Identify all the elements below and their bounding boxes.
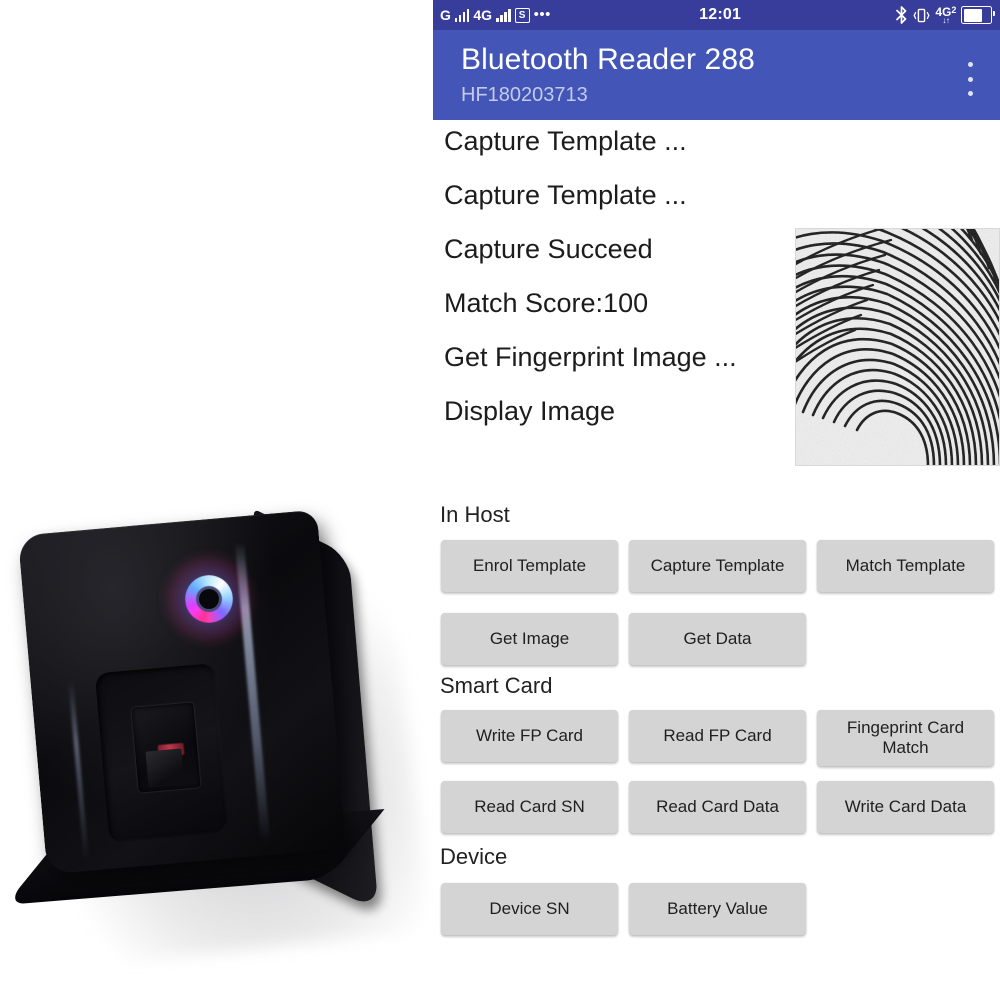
button-fingerprint-card-match[interactable]: Fingeprint Card Match [817,710,994,766]
app-bar: Bluetooth Reader 288 HF180203713 [433,30,1000,120]
button-write-card-data[interactable]: Write Card Data [817,781,994,833]
app-subtitle: HF180203713 [461,84,588,106]
signal-bars-icon-1 [454,8,470,22]
button-device-sn[interactable]: Device SN [441,883,618,935]
phone-screenshot: G 4G S ••• 12:01 4G 2 ↓↑ Bluetooth Reade… [433,0,1000,1000]
status-bar: G 4G S ••• 12:01 4G 2 ↓↑ [433,0,1000,30]
signal-bars-icon-2 [496,8,511,22]
overflow-menu-icon[interactable] [959,60,981,98]
network-type-label: 4G [473,7,493,23]
button-get-data[interactable]: Get Data [629,613,806,665]
button-write-fp-card[interactable]: Write FP Card [441,710,618,762]
log-line: Capture Template ... [444,126,687,156]
device-sensor-chip [145,748,185,788]
battery-icon [961,6,995,24]
more-notifications-icon: ••• [533,6,551,23]
log-line: Capture Template ... [444,180,687,210]
status-bar-clock: 12:01 [699,6,742,23]
log-line: Get Fingerprint Image ... [444,342,737,372]
bluetooth-icon [895,6,908,24]
app-title: Bluetooth Reader 288 [461,43,755,76]
section-label-in-host: In Host [440,502,510,527]
button-battery-value[interactable]: Battery Value [629,883,806,935]
button-read-card-sn[interactable]: Read Card SN [441,781,618,833]
data-traffic-arrows-icon: ↓↑ [942,16,950,25]
log-output-area: Capture Template ... Capture Template ..… [433,120,1000,485]
log-line: Capture Succeed [444,234,653,264]
fingerprint-reader-photo [5,250,430,968]
section-label-device: Device [440,844,508,869]
device-photo-pane [0,0,433,1000]
device-led-core [199,589,219,609]
data-network-indicator: 4G 2 ↓↑ [935,6,956,25]
carrier-g-label: G [440,7,451,23]
button-read-fp-card[interactable]: Read FP Card [629,710,806,762]
button-read-card-data[interactable]: Read Card Data [629,781,806,833]
sim-badge-icon: S [514,7,530,23]
button-get-image[interactable]: Get Image [441,613,618,665]
button-enrol-template[interactable]: Enrol Template [441,540,618,592]
status-bar-right: 4G 2 ↓↑ [895,6,1000,25]
fingerprint-image [795,228,1000,466]
button-capture-template[interactable]: Capture Template [629,540,806,592]
status-bar-left: G 4G S ••• [433,7,551,23]
vibrate-icon [913,7,930,24]
log-line: Match Score:100 [444,288,649,318]
section-label-smart-card: Smart Card [440,673,553,698]
log-line: Display Image [444,396,616,426]
button-match-template[interactable]: Match Template [817,540,994,592]
